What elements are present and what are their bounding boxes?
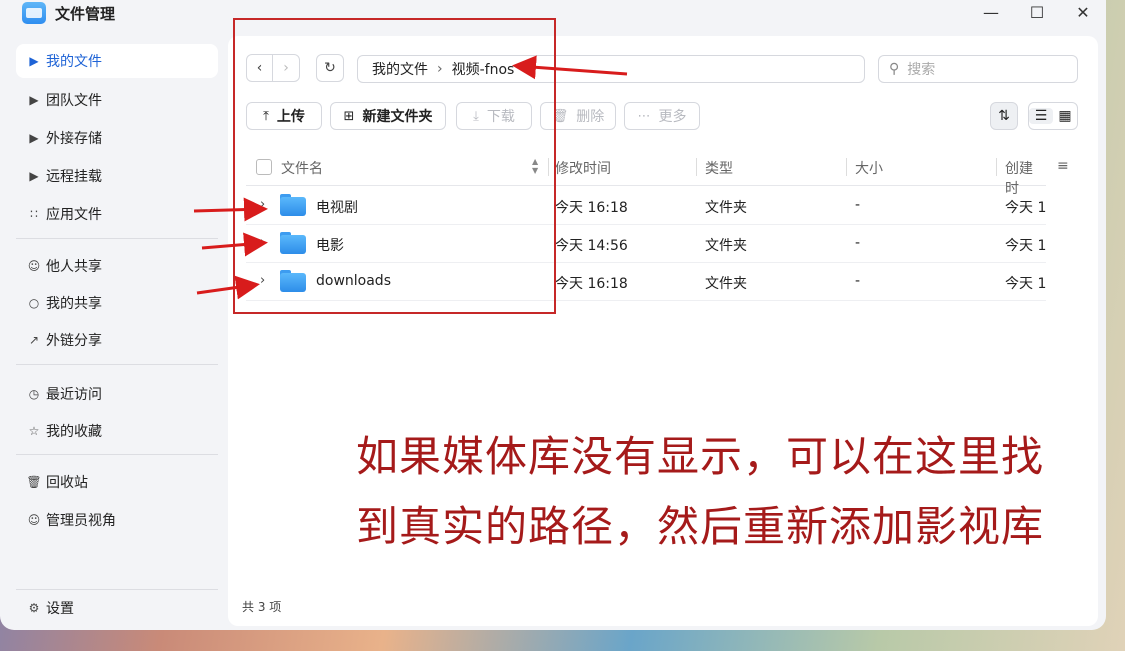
column-separator	[696, 158, 697, 176]
file-size: -	[855, 235, 861, 251]
column-header-modified[interactable]: 修改时间	[555, 158, 611, 178]
file-manager-app-icon	[22, 2, 46, 24]
star-icon: ☆	[28, 424, 40, 438]
settings-label: 设置	[46, 601, 74, 617]
caret-right-icon: ▶	[29, 131, 39, 145]
grid-icon: ∷	[30, 207, 38, 221]
file-type: 文件夹	[705, 276, 747, 292]
sidebar-item-team-files[interactable]: ▶ 团队文件	[16, 83, 218, 117]
list-view-icon[interactable]: ☰	[1029, 108, 1053, 124]
annotation-highlight-box	[233, 18, 556, 314]
column-separator	[846, 158, 847, 176]
sidebar-item-recent[interactable]: ◷ 最近访问	[16, 377, 218, 411]
modified-time: 今天 16:18	[555, 276, 628, 292]
search-icon: ⚲	[889, 61, 900, 77]
sidebar-item-label: 管理员视角	[46, 513, 116, 529]
sidebar-item-app-files[interactable]: ∷ 应用文件	[16, 197, 218, 231]
external-link-icon: ↗	[28, 333, 40, 347]
caret-right-icon: ▶	[29, 54, 39, 68]
sidebar-item-label: 他人共享	[46, 259, 102, 275]
sidebar-item-recycle-bin[interactable]: 🗑 回收站	[16, 465, 218, 499]
maximize-button[interactable]: ☐	[1025, 2, 1049, 24]
view-toggle: ☰ ▦	[1028, 102, 1078, 130]
sidebar-item-my-shares[interactable]: ○ 我的共享	[16, 286, 218, 320]
sort-icon: ⇅	[998, 108, 1010, 124]
modified-time: 今天 14:56	[555, 238, 628, 254]
sidebar: ▶ 我的文件 ▶ 团队文件 ▶ 外接存储 ▶ 远程挂载 ∷ 应用文件 ☺ 他人共…	[0, 36, 228, 630]
file-size: -	[855, 273, 861, 289]
sidebar-item-label: 我的共享	[46, 296, 102, 312]
item-count: 共 3 项	[242, 600, 282, 614]
sidebar-item-label: 外链分享	[46, 333, 102, 349]
sidebar-item-my-files[interactable]: ▶ 我的文件	[16, 44, 218, 78]
clock-icon: ◷	[28, 387, 40, 401]
sidebar-item-label: 我的收藏	[46, 424, 102, 440]
sidebar-divider	[16, 238, 218, 239]
admin-user-icon: ☺	[27, 513, 41, 527]
sidebar-divider	[16, 364, 218, 365]
more-button[interactable]: ⋯ 更多	[624, 102, 700, 130]
file-size: -	[855, 197, 861, 213]
created-time: 今天 1	[1005, 238, 1046, 254]
delete-label: 删除	[576, 109, 605, 125]
share-icon: ○	[28, 296, 40, 310]
column-header-type[interactable]: 类型	[705, 158, 733, 178]
created-time: 今天 1	[1005, 276, 1046, 292]
search-input[interactable]	[907, 61, 1058, 77]
trash-icon: 🗑	[26, 475, 42, 489]
sidebar-item-label: 团队文件	[46, 93, 102, 109]
sidebar-divider	[16, 589, 218, 590]
settings-button[interactable]: ⚙ 设置	[16, 591, 218, 625]
search-box[interactable]: ⚲	[878, 55, 1078, 83]
sidebar-item-label: 应用文件	[46, 207, 102, 223]
file-type: 文件夹	[705, 200, 747, 216]
sidebar-divider	[16, 454, 218, 455]
sidebar-item-label: 远程挂载	[46, 169, 102, 185]
sidebar-item-shared-with-me[interactable]: ☺ 他人共享	[16, 249, 218, 283]
column-separator	[996, 158, 997, 176]
sidebar-item-admin-view[interactable]: ☺ 管理员视角	[16, 503, 218, 537]
caret-right-icon: ▶	[29, 169, 39, 183]
file-type: 文件夹	[705, 238, 747, 254]
caret-right-icon: ▶	[29, 93, 39, 107]
sidebar-item-label: 回收站	[46, 475, 88, 491]
sidebar-item-label: 外接存储	[46, 131, 102, 147]
sidebar-item-link-shares[interactable]: ↗ 外链分享	[16, 323, 218, 357]
app-title: 文件管理	[55, 5, 116, 23]
created-time: 今天 1	[1005, 200, 1046, 216]
annotation-text: 如果媒体库没有显示，可以在这里找到真实的路径，然后重新添加影视库	[356, 432, 1045, 551]
more-icon: ⋯	[637, 108, 651, 124]
grid-view-icon[interactable]: ▦	[1053, 108, 1077, 124]
minimize-button[interactable]: —	[979, 2, 1003, 24]
column-header-size[interactable]: 大小	[855, 158, 883, 178]
sidebar-item-remote-mount[interactable]: ▶ 远程挂载	[16, 159, 218, 193]
sidebar-item-label: 我的文件	[46, 54, 102, 70]
more-label: 更多	[658, 109, 687, 125]
gear-icon: ⚙	[28, 601, 40, 615]
sidebar-item-favorites[interactable]: ☆ 我的收藏	[16, 414, 218, 448]
modified-time: 今天 16:18	[555, 200, 628, 216]
sidebar-item-label: 最近访问	[46, 387, 102, 403]
close-button[interactable]: ✕	[1071, 2, 1095, 24]
column-settings-icon[interactable]: ≡	[1057, 158, 1069, 174]
sort-button[interactable]: ⇅	[990, 102, 1018, 130]
user-icon: ☺	[27, 259, 41, 273]
sidebar-item-external-storage[interactable]: ▶ 外接存储	[16, 121, 218, 155]
